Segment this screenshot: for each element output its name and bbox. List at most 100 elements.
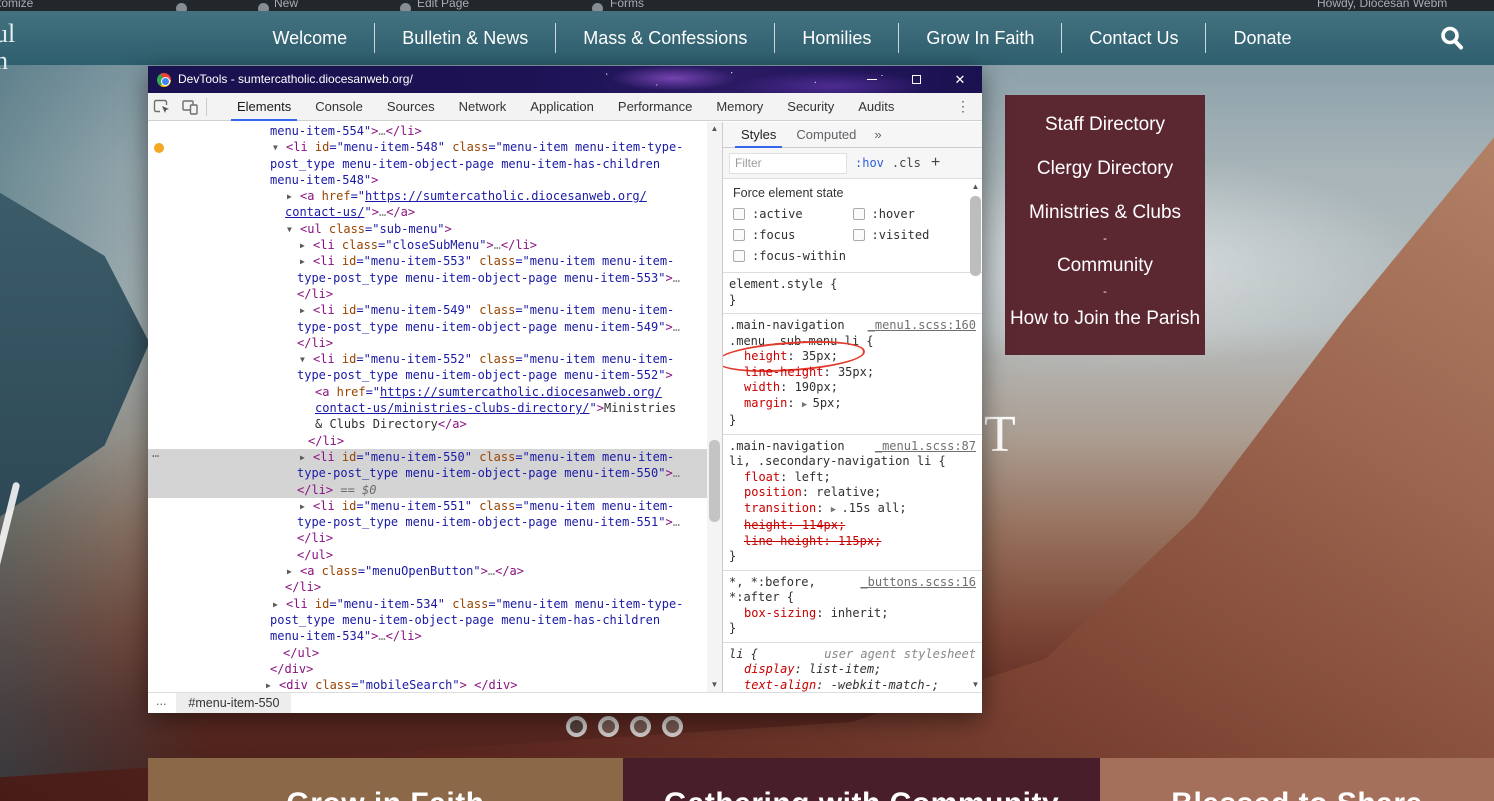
css-property[interactable]: height: 35px; xyxy=(729,349,976,365)
dom-tree-line[interactable]: ▶<a class="menuOpenButton">…</a> xyxy=(148,563,722,579)
dom-tree-line[interactable]: </div> xyxy=(148,661,722,677)
breadcrumb-ellipsis[interactable]: ... xyxy=(148,694,176,712)
source-link[interactable]: _menu1.scss:160 xyxy=(868,318,976,334)
css-property[interactable]: transition: ▶ .15s all; xyxy=(729,501,976,519)
dom-tree-line[interactable]: </li> xyxy=(148,335,722,351)
css-property[interactable]: margin: ▶ 5px; xyxy=(729,396,976,414)
checkbox[interactable] xyxy=(853,229,865,241)
nav-item-grow-in-faith[interactable]: Grow In Faith xyxy=(899,28,1061,49)
dom-tree-line[interactable]: </li> xyxy=(148,530,722,546)
toggle-cls-button[interactable]: .cls xyxy=(892,156,921,170)
css-property[interactable]: display: list-item; xyxy=(729,662,976,678)
tab-audits[interactable]: Audits xyxy=(846,93,906,121)
css-rule[interactable]: _menu1.scss:87.main-navigation li, .seco… xyxy=(723,435,982,571)
subtab-computed[interactable]: Computed xyxy=(786,122,866,148)
dom-tree-line[interactable]: contact-us/ministries-clubs-directory/">… xyxy=(148,400,722,416)
css-rule[interactable]: _buttons.scss:16*, *:before, *:after {bo… xyxy=(723,571,982,643)
dom-tree-line[interactable]: ▶<li id="menu-item-549" class="menu-item… xyxy=(148,302,722,318)
dom-tree-line[interactable]: ▼<ul class="sub-menu"> xyxy=(148,221,722,237)
css-rule[interactable]: element.style {} xyxy=(723,273,982,314)
new-style-rule-button[interactable]: + xyxy=(931,154,940,172)
dom-tree-line[interactable]: </li> xyxy=(148,286,722,302)
checkbox[interactable] xyxy=(733,208,745,220)
submenu-item-ministries-clubs[interactable]: Ministries & Clubs xyxy=(1005,191,1205,235)
checkbox[interactable] xyxy=(733,250,745,262)
tab-console[interactable]: Console xyxy=(303,93,375,121)
carousel-dot-3[interactable] xyxy=(630,716,651,737)
collapsed-arrow-icon[interactable]: ▶ xyxy=(300,303,313,319)
carousel-dot-4[interactable] xyxy=(662,716,683,737)
scrollbar-thumb[interactable] xyxy=(970,196,981,276)
collapsed-arrow-icon[interactable]: ▶ xyxy=(287,564,300,580)
submenu-item-community[interactable]: Community xyxy=(1005,244,1205,288)
nav-item-bulletin-news[interactable]: Bulletin & News xyxy=(375,28,555,49)
devtools-titlebar[interactable]: DevTools - sumtercatholic.diocesanweb.or… xyxy=(148,66,982,93)
collapsed-arrow-icon[interactable]: ▶ xyxy=(300,450,313,466)
css-property[interactable]: box-sizing: inherit; xyxy=(729,606,976,622)
submenu-item-how-to-join-the-parish[interactable]: How to Join the Parish xyxy=(1005,297,1205,341)
dom-tree-line[interactable]: ▼<li id="menu-item-548" class="menu-item… xyxy=(148,139,722,155)
tab-network[interactable]: Network xyxy=(447,93,519,121)
carousel-dot-2[interactable] xyxy=(598,716,619,737)
site-logo[interactable]: ulh xyxy=(0,20,15,74)
rule-selector[interactable]: li { xyxy=(729,647,758,661)
checkbox[interactable] xyxy=(733,229,745,241)
nav-item-mass-confessions[interactable]: Mass & Confessions xyxy=(556,28,774,49)
dom-tree-line[interactable]: </li> == $0 xyxy=(148,482,722,498)
dom-tree-line[interactable]: menu-item-548"> xyxy=(148,172,722,188)
css-rule[interactable]: user agent stylesheetli {display: list-i… xyxy=(723,643,982,693)
dom-tree-line[interactable]: ▶<li id="menu-item-551" class="menu-item… xyxy=(148,498,722,514)
shorthand-arrow-icon[interactable]: ▶ xyxy=(831,505,842,515)
styles-scrollbar[interactable]: ▲ ▼ xyxy=(968,180,982,692)
expanded-arrow-icon[interactable]: ▼ xyxy=(287,222,300,238)
close-button[interactable]: ✕ xyxy=(938,66,982,93)
dom-tree-line[interactable]: ▼<li id="menu-item-552" class="menu-item… xyxy=(148,351,722,367)
dom-tree-line[interactable]: post_type menu-item-object-page menu-ite… xyxy=(148,156,722,172)
dom-tree-line[interactable]: contact-us/">…</a> xyxy=(148,204,722,220)
nav-item-donate[interactable]: Donate xyxy=(1206,28,1318,49)
admin-greeting[interactable]: Howdy, Diocesan Webm xyxy=(1317,0,1447,10)
rule-selector[interactable]: *, *:before, *:after { xyxy=(729,575,823,605)
dom-tree-line[interactable]: post_type menu-item-object-page menu-ite… xyxy=(148,612,722,628)
css-property[interactable]: line-height: 115px; xyxy=(729,534,976,550)
tab-performance[interactable]: Performance xyxy=(606,93,704,121)
admin-item-new[interactable]: New xyxy=(274,0,298,10)
expanded-arrow-icon[interactable]: ▼ xyxy=(300,352,313,368)
dom-tree-line[interactable]: type-post_type menu-item-object-page men… xyxy=(148,367,722,383)
inspect-element-icon[interactable] xyxy=(148,95,176,119)
force-state-visited[interactable]: :visited xyxy=(853,228,973,242)
css-rule[interactable]: _menu1.scss:160.main-navigation .menu .s… xyxy=(723,314,982,435)
scrollbar-thumb[interactable] xyxy=(709,440,720,522)
collapsed-arrow-icon[interactable]: ▶ xyxy=(273,597,286,613)
toggle-hov-button[interactable]: :hov xyxy=(855,156,884,170)
collapsed-arrow-icon[interactable]: ▶ xyxy=(266,678,279,692)
css-property[interactable]: line-height: 35px; xyxy=(729,365,976,381)
dom-tree-line[interactable]: menu-item-534">…</li> xyxy=(148,628,722,644)
nav-item-homilies[interactable]: Homilies xyxy=(775,28,898,49)
source-link[interactable]: _menu1.scss:87 xyxy=(875,439,976,455)
collapsed-arrow-icon[interactable]: ▶ xyxy=(287,189,300,205)
dom-tree-line[interactable]: type-post_type menu-item-object-page men… xyxy=(148,319,722,335)
submenu-item-staff-directory[interactable]: Staff Directory xyxy=(1005,103,1205,147)
tab-security[interactable]: Security xyxy=(775,93,846,121)
dom-tree-line[interactable]: ▶<li id="menu-item-553" class="menu-item… xyxy=(148,253,722,269)
rule-selector[interactable]: .main-navigation .menu .sub-menu li { xyxy=(729,318,874,348)
dom-tree-line[interactable]: </li> xyxy=(148,433,722,449)
tab-memory[interactable]: Memory xyxy=(704,93,775,121)
css-property[interactable]: height: 114px; xyxy=(729,518,976,534)
dom-tree-line[interactable]: type-post_type menu-item-object-page men… xyxy=(148,270,722,286)
force-state-hover[interactable]: :hover xyxy=(853,207,973,221)
admin-item-tomize[interactable]: tomize xyxy=(0,0,33,10)
breakpoint-dot[interactable] xyxy=(154,143,164,153)
dom-tree-line[interactable]: <a href="https://sumtercatholic.diocesan… xyxy=(148,384,722,400)
expanded-arrow-icon[interactable]: ▼ xyxy=(273,140,286,156)
dom-tree-line[interactable]: ▶<li class="closeSubMenu">…</li> xyxy=(148,237,722,253)
checkbox[interactable] xyxy=(853,208,865,220)
dom-tree-line[interactable]: ▶<li id="menu-item-534" class="menu-item… xyxy=(148,596,722,612)
admin-item-edit-page[interactable]: Edit Page xyxy=(417,0,469,10)
more-options-icon[interactable]: ⋮ xyxy=(950,98,976,115)
dom-tree-line[interactable]: ▶<div class="mobileSearch"> </div> xyxy=(148,677,722,692)
scroll-up-icon[interactable]: ▲ xyxy=(968,180,982,194)
tab-application[interactable]: Application xyxy=(518,93,606,121)
submenu-item-clergy-directory[interactable]: Clergy Directory xyxy=(1005,147,1205,191)
